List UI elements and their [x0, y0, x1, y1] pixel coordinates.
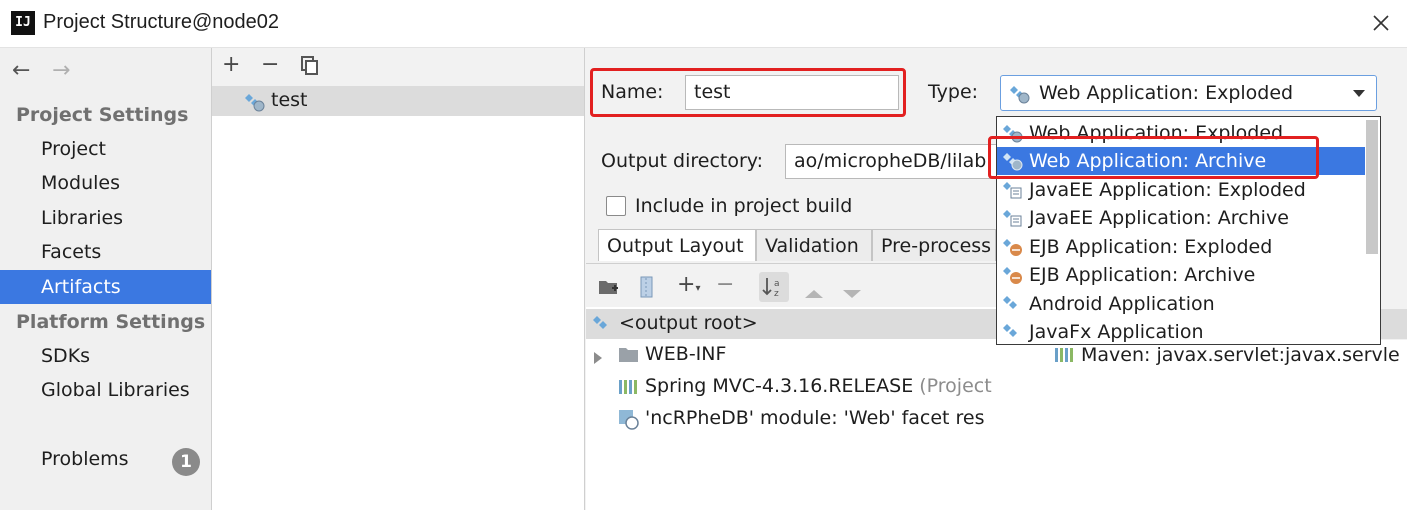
artifact-name-label: test — [271, 89, 308, 111]
output-directory-field[interactable]: ao/micropheDB/lilab — [785, 144, 1005, 179]
name-highlight-box — [590, 68, 906, 117]
title-bar: IJ Project Structure@node02 — [0, 0, 1407, 48]
include-in-build-checkbox[interactable] — [606, 196, 626, 216]
type-option-ejb-archive[interactable]: EJB Application: Archive — [997, 261, 1365, 289]
window-title: Project Structure@node02 — [43, 11, 279, 33]
type-option-android[interactable]: Android Application — [997, 290, 1365, 318]
sidebar-item-project[interactable]: Project — [0, 132, 211, 166]
type-option-ejb-exploded[interactable]: EJB Application: Exploded — [997, 233, 1365, 261]
maven-servlet-library-label[interactable]: Maven: javax.servlet:javax.servle — [1081, 344, 1407, 366]
forward-arrow-icon[interactable]: → — [52, 58, 70, 83]
artifact-list-pane — [212, 48, 585, 510]
sidebar-item-modules[interactable]: Modules — [0, 166, 211, 200]
move-down-icon[interactable] — [843, 282, 861, 304]
remove-element-icon[interactable]: − — [716, 272, 734, 297]
output-root-label: <output root> — [619, 312, 758, 334]
dropdown-scrollbar[interactable] — [1366, 120, 1378, 254]
problems-count-badge: 1 — [172, 448, 200, 476]
sidebar-item-libraries[interactable]: Libraries — [0, 201, 211, 235]
spring-mvc-library-label[interactable]: Spring MVC-4.3.16.RELEASE (Project — [645, 375, 992, 397]
web-inf-label[interactable]: WEB-INF — [645, 343, 726, 365]
new-directory-icon[interactable] — [598, 277, 620, 297]
library-icon — [1054, 346, 1076, 364]
type-select-value: Web Application: Exploded — [1039, 82, 1294, 104]
web-facet-resources-label[interactable]: 'ncRPheDB' module: 'Web' facet res — [645, 407, 995, 429]
artifact-icon — [592, 315, 612, 333]
platform-settings-heading: Platform Settings — [16, 311, 206, 333]
sidebar-item-facets[interactable]: Facets — [0, 235, 211, 269]
intellij-app-icon: IJ — [11, 11, 35, 35]
tab-validation[interactable]: Validation — [756, 229, 872, 261]
artifact-row-test[interactable] — [212, 86, 584, 116]
expand-arrow-icon[interactable] — [593, 348, 603, 370]
copy-artifact-icon[interactable] — [300, 56, 320, 76]
project-settings-heading: Project Settings — [16, 104, 189, 126]
type-option-javafx[interactable]: JavaFx Application — [997, 318, 1365, 344]
chevron-down-icon — [1353, 90, 1365, 97]
include-in-build-label: Include in project build — [635, 195, 853, 217]
tab-output-layout[interactable]: Output Layout — [598, 229, 756, 261]
add-element-icon[interactable]: +▾ — [677, 272, 700, 297]
output-directory-label: Output directory: — [601, 150, 764, 172]
back-arrow-icon[interactable]: ← — [12, 58, 30, 83]
type-option-javaee-archive[interactable]: JavaEE Application: Archive — [997, 204, 1365, 232]
svg-text:z: z — [774, 289, 779, 299]
sidebar-item-sdks[interactable]: SDKs — [0, 339, 211, 373]
archive-icon[interactable] — [639, 276, 655, 298]
remove-artifact-icon[interactable]: − — [261, 52, 279, 77]
type-label: Type: — [928, 81, 979, 103]
type-option-javaee-exploded[interactable]: JavaEE Application: Exploded — [997, 176, 1365, 204]
library-icon — [618, 378, 640, 396]
add-artifact-icon[interactable]: + — [222, 52, 240, 77]
svg-text:a: a — [774, 279, 780, 289]
tab-pre-process[interactable]: Pre-process — [872, 229, 996, 261]
sidebar-item-global-libraries[interactable]: Global Libraries — [0, 373, 211, 407]
web-artifact-icon — [244, 92, 266, 112]
move-up-icon[interactable] — [805, 282, 823, 304]
sort-elements-icon[interactable]: az — [759, 272, 789, 302]
close-icon[interactable] — [1366, 8, 1396, 38]
sidebar-item-artifacts[interactable]: Artifacts — [0, 270, 211, 304]
archive-option-highlight-box — [988, 136, 1319, 179]
web-facet-icon — [618, 408, 640, 430]
folder-icon — [618, 345, 640, 363]
type-select[interactable]: Web Application: Exploded — [1000, 75, 1377, 111]
